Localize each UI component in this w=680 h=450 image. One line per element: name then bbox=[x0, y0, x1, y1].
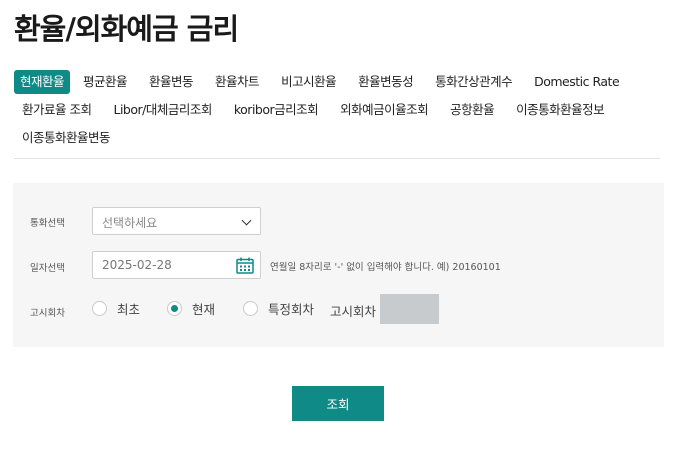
tab-koribor[interactable]: koribor금리조회 bbox=[234, 98, 319, 122]
radio-current-circle[interactable] bbox=[167, 301, 182, 316]
tab-correlation[interactable]: 통화간상관계수 bbox=[435, 70, 513, 94]
currency-select-value: 선택하세요 bbox=[102, 216, 158, 230]
chevron-down-icon bbox=[241, 215, 252, 226]
radio-first-label: 최초 bbox=[117, 302, 141, 317]
date-format-hint: 연월일 8자리로 '-' 없이 입력해야 합니다. 예) 20160101 bbox=[270, 262, 501, 273]
tab-rate-change[interactable]: 환율변동 bbox=[149, 70, 194, 94]
tab-cross-rate-change[interactable]: 이종통화환율변동 bbox=[22, 126, 111, 150]
radio-first-circle[interactable] bbox=[92, 301, 107, 316]
currency-select[interactable]: 선택하세요 bbox=[92, 207, 261, 235]
notice-round-label: 고시회차 bbox=[30, 308, 65, 319]
tab-volatility[interactable]: 환율변동성 bbox=[358, 70, 414, 94]
tab-non-notice-rate[interactable]: 비고시환율 bbox=[281, 70, 337, 94]
tab-fx-deposit-rate[interactable]: 외화예금이율조회 bbox=[340, 98, 429, 122]
date-input[interactable]: 2025-02-28 bbox=[92, 251, 261, 279]
calendar-icon[interactable] bbox=[236, 257, 254, 274]
tab-row-1: 현재환율 평균환율 환율변동 환율차트 비고시환율 환율변동성 통화간상관계수 … bbox=[14, 70, 620, 94]
date-label: 일자선택 bbox=[30, 263, 65, 274]
radio-current-label: 현재 bbox=[192, 302, 216, 317]
tab-row-2: 환가료율 조회 Libor/대체금리조회 koribor금리조회 외화예금이율조… bbox=[14, 98, 605, 122]
radio-first[interactable]: 최초 bbox=[92, 299, 140, 318]
search-button[interactable]: 조회 bbox=[292, 386, 384, 421]
notice-round-input-label: 고시회차 bbox=[330, 304, 377, 319]
tab-current-rate[interactable]: 현재환율 bbox=[14, 70, 71, 94]
tab-average-rate[interactable]: 평균환율 bbox=[83, 70, 128, 94]
radio-specific-round[interactable]: 특정회차 bbox=[243, 299, 314, 318]
tab-airport-rate[interactable]: 공항환율 bbox=[450, 98, 495, 122]
page-title: 환율/외화예금 금리 bbox=[14, 12, 239, 46]
tab-cross-rate-info[interactable]: 이종통화환율정보 bbox=[516, 98, 605, 122]
tab-exchange-commission[interactable]: 환가료율 조회 bbox=[22, 98, 92, 122]
radio-current[interactable]: 현재 bbox=[167, 299, 215, 318]
radio-specific-round-circle[interactable] bbox=[243, 301, 258, 316]
radio-specific-round-label: 특정회차 bbox=[268, 302, 315, 317]
tab-row-3: 이종통화환율변동 bbox=[14, 126, 111, 150]
tab-libor[interactable]: Libor/대체금리조회 bbox=[113, 98, 212, 122]
tab-domestic-rate[interactable]: Domestic Rate bbox=[534, 70, 620, 94]
tabs-divider bbox=[14, 158, 660, 159]
currency-label: 통화선택 bbox=[30, 218, 65, 229]
date-input-value: 2025-02-28 bbox=[102, 258, 172, 272]
notice-round-input bbox=[380, 294, 439, 324]
tab-rate-chart[interactable]: 환율차트 bbox=[215, 70, 260, 94]
